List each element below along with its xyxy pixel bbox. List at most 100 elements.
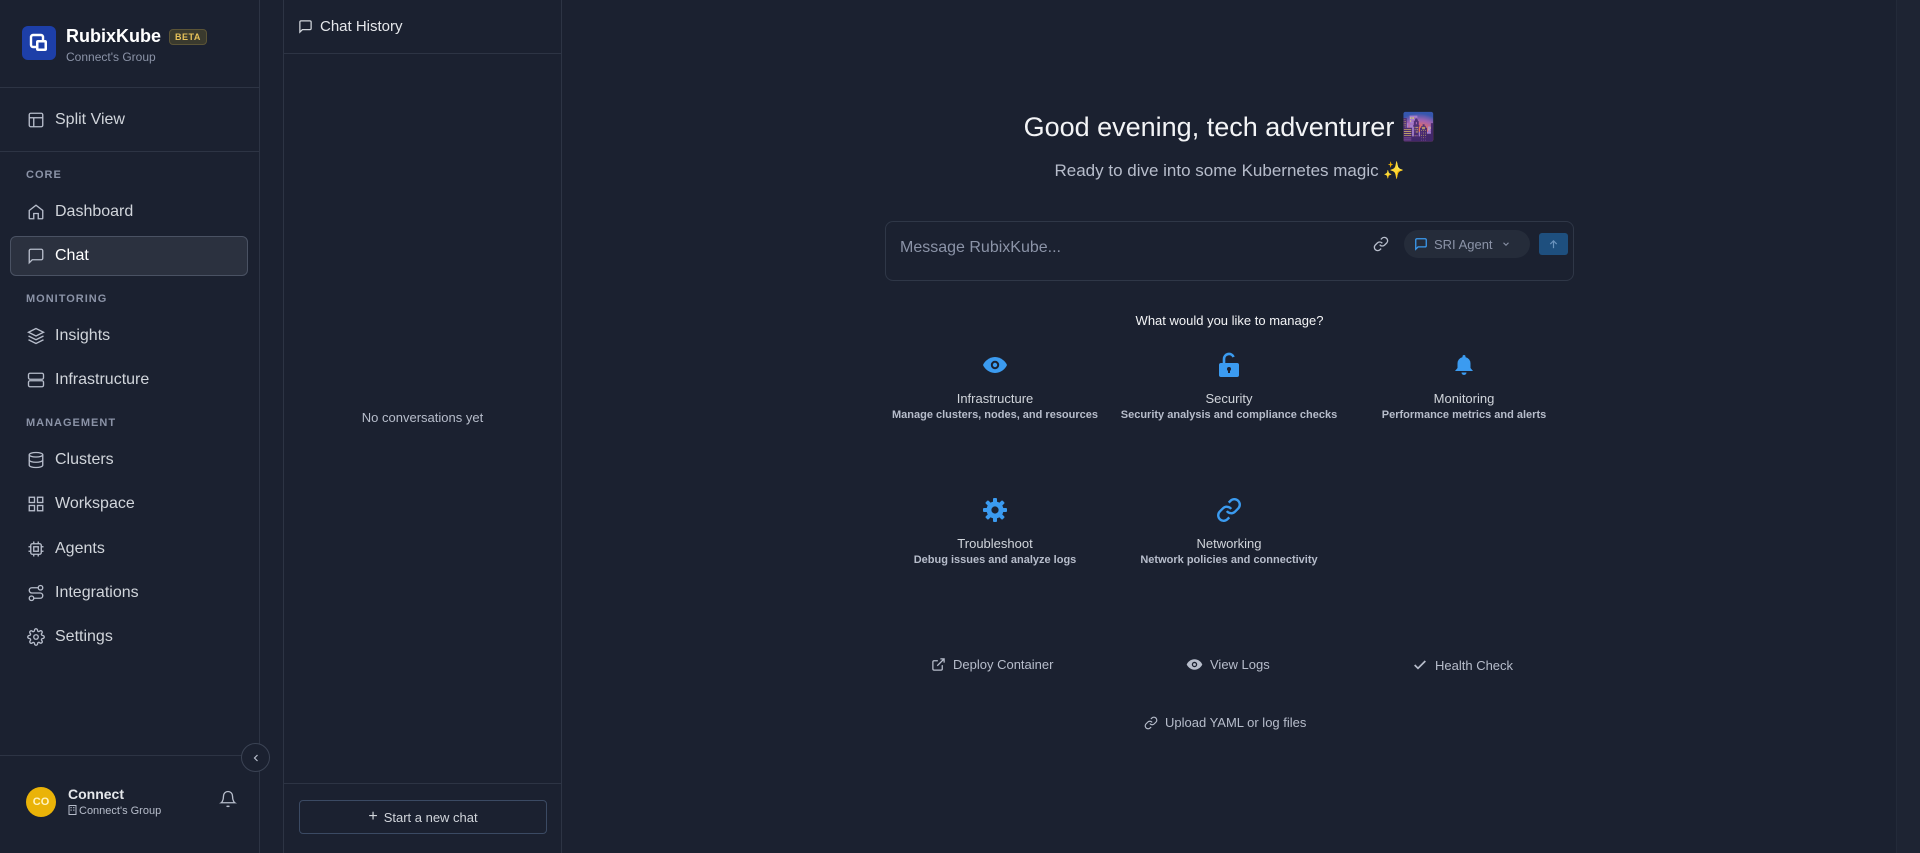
split-view-button[interactable]: Split View [10, 100, 248, 140]
chevron-left-icon [253, 754, 258, 761]
card-title: Security [1205, 391, 1253, 406]
avatar: CO [26, 786, 56, 817]
quick-action-label: Health Check [1435, 657, 1514, 673]
layout-icon [28, 112, 44, 128]
upload-files-button[interactable]: Upload YAML or log files [1144, 715, 1306, 730]
rubixkube-logo-icon [22, 26, 56, 60]
card-desc: Debug issues and analyze logs [913, 554, 1077, 566]
upload-label: Upload YAML or log files [1165, 715, 1307, 730]
layers-icon [27, 327, 45, 345]
chevron-down-icon [1502, 242, 1509, 247]
sidebar-item-label: Settings [55, 628, 113, 645]
sidebar-item-integrations[interactable]: Integrations [10, 573, 248, 613]
view-logs-button[interactable]: View Logs [1186, 657, 1270, 672]
bell-icon [1455, 355, 1473, 375]
deploy-container-button[interactable]: Deploy Container [931, 657, 1053, 672]
lock-icon [1219, 352, 1239, 377]
card-title: Monitoring [1433, 391, 1495, 406]
health-check-button[interactable]: Health Check [1412, 657, 1513, 673]
eye-icon [1186, 659, 1203, 670]
home-icon [28, 204, 44, 220]
main-area: Good evening, tech adventurer 🌆 Ready to… [563, 0, 1896, 853]
collapse-sidebar-button[interactable] [241, 743, 270, 772]
sidebar-item-label: Integrations [55, 584, 139, 601]
quick-action-label: Deploy Container [953, 657, 1054, 672]
link-icon [1217, 498, 1241, 522]
arrow-up-icon [1549, 239, 1558, 248]
manage-question: What would you like to manage? [1135, 313, 1324, 328]
beta-badge: BETA [169, 28, 207, 45]
new-chat-button[interactable]: + Start a new chat [299, 800, 547, 834]
divider [0, 87, 259, 88]
new-chat-label: Start a new chat [383, 809, 478, 825]
user-profile[interactable]: CO Connect Connect's Group [26, 786, 161, 817]
chat-history-footer: + Start a new chat [284, 783, 561, 853]
chat-icon [28, 248, 44, 265]
chat-icon [299, 20, 312, 34]
link-icon [1144, 716, 1158, 729]
user-group-label: Connect's Group [79, 805, 162, 817]
section-monitoring: MONITORING [26, 293, 108, 305]
sidebar-item-insights[interactable]: Insights [10, 316, 248, 356]
building-icon [68, 805, 77, 815]
chat-icon [1415, 238, 1427, 251]
sidebar-item-label: Chat [55, 247, 89, 264]
chat-history-panel: Chat History No conversations yet + Star… [283, 0, 562, 853]
notifications-button[interactable] [219, 790, 237, 813]
sidebar-item-label: Workspace [55, 495, 135, 512]
bell-icon [219, 790, 237, 808]
empty-state: No conversations yet [361, 410, 484, 425]
sidebar-item-label: Agents [55, 540, 105, 557]
right-edge-panel [1896, 0, 1920, 853]
server-icon [27, 372, 45, 388]
user-group: Connect's Group [68, 805, 161, 817]
gear-icon [983, 498, 1007, 522]
divider [0, 755, 259, 756]
card-desc: Network policies and connectivity [1140, 554, 1318, 566]
plus-icon: + [368, 808, 378, 825]
card-security[interactable]: Security Security analysis and complianc… [1114, 349, 1344, 421]
chat-history-header: Chat History [284, 0, 561, 54]
sidebar-item-infrastructure[interactable]: Infrastructure [10, 360, 248, 400]
quick-action-label: View Logs [1210, 657, 1270, 672]
route-icon [28, 584, 44, 602]
card-title: Networking [1196, 536, 1262, 551]
user-name: Connect [68, 786, 124, 802]
agent-label: SRI Agent [1434, 236, 1493, 252]
section-management: MANAGEMENT [26, 417, 117, 429]
sidebar-item-workspace[interactable]: Workspace [10, 484, 248, 524]
send-button[interactable] [1539, 233, 1568, 255]
card-title: Infrastructure [956, 391, 1034, 406]
sidebar-item-label: Clusters [55, 451, 114, 468]
sidebar-item-dashboard[interactable]: Dashboard [10, 192, 248, 232]
sidebar-item-label: Infrastructure [55, 371, 150, 388]
brand-group: Connect's Group [66, 50, 156, 64]
sidebar-item-settings[interactable]: Settings [10, 617, 248, 657]
card-troubleshoot[interactable]: Troubleshoot Debug issues and analyze lo… [880, 494, 1110, 566]
brand-name: RubixKube [66, 26, 162, 46]
card-monitoring[interactable]: Monitoring Performance metrics and alert… [1349, 349, 1579, 421]
sidebar-item-label: Insights [55, 327, 111, 344]
split-view-label: Split View [55, 111, 125, 128]
subtitle: Ready to dive into some Kubernetes magic… [1054, 161, 1405, 180]
sidebar-item-clusters[interactable]: Clusters [10, 440, 248, 480]
grid-icon [28, 496, 44, 512]
card-networking[interactable]: Networking Network policies and connecti… [1114, 494, 1344, 566]
greeting: Good evening, tech adventurer 🌆 [1023, 112, 1436, 142]
sidebar-item-chat[interactable]: Chat [10, 236, 248, 276]
message-composer: SRI Agent [885, 221, 1574, 281]
attach-button[interactable] [1373, 236, 1389, 257]
brand[interactable]: RubixKube BETA Connect's Group [22, 26, 207, 64]
card-desc: Performance metrics and alerts [1381, 409, 1547, 421]
agent-select[interactable]: SRI Agent [1404, 230, 1530, 258]
external-link-icon [932, 658, 945, 671]
divider [0, 151, 259, 152]
database-icon [28, 451, 44, 469]
message-input[interactable] [900, 236, 1340, 260]
eye-icon [983, 357, 1007, 373]
card-desc: Security analysis and compliance checks [1120, 409, 1338, 421]
card-infrastructure[interactable]: Infrastructure Manage clusters, nodes, a… [880, 349, 1110, 421]
sidebar-item-agents[interactable]: Agents [10, 529, 248, 569]
chat-history-title: Chat History [320, 18, 403, 35]
sidebar: RubixKube BETA Connect's Group Split Vie… [0, 0, 260, 853]
